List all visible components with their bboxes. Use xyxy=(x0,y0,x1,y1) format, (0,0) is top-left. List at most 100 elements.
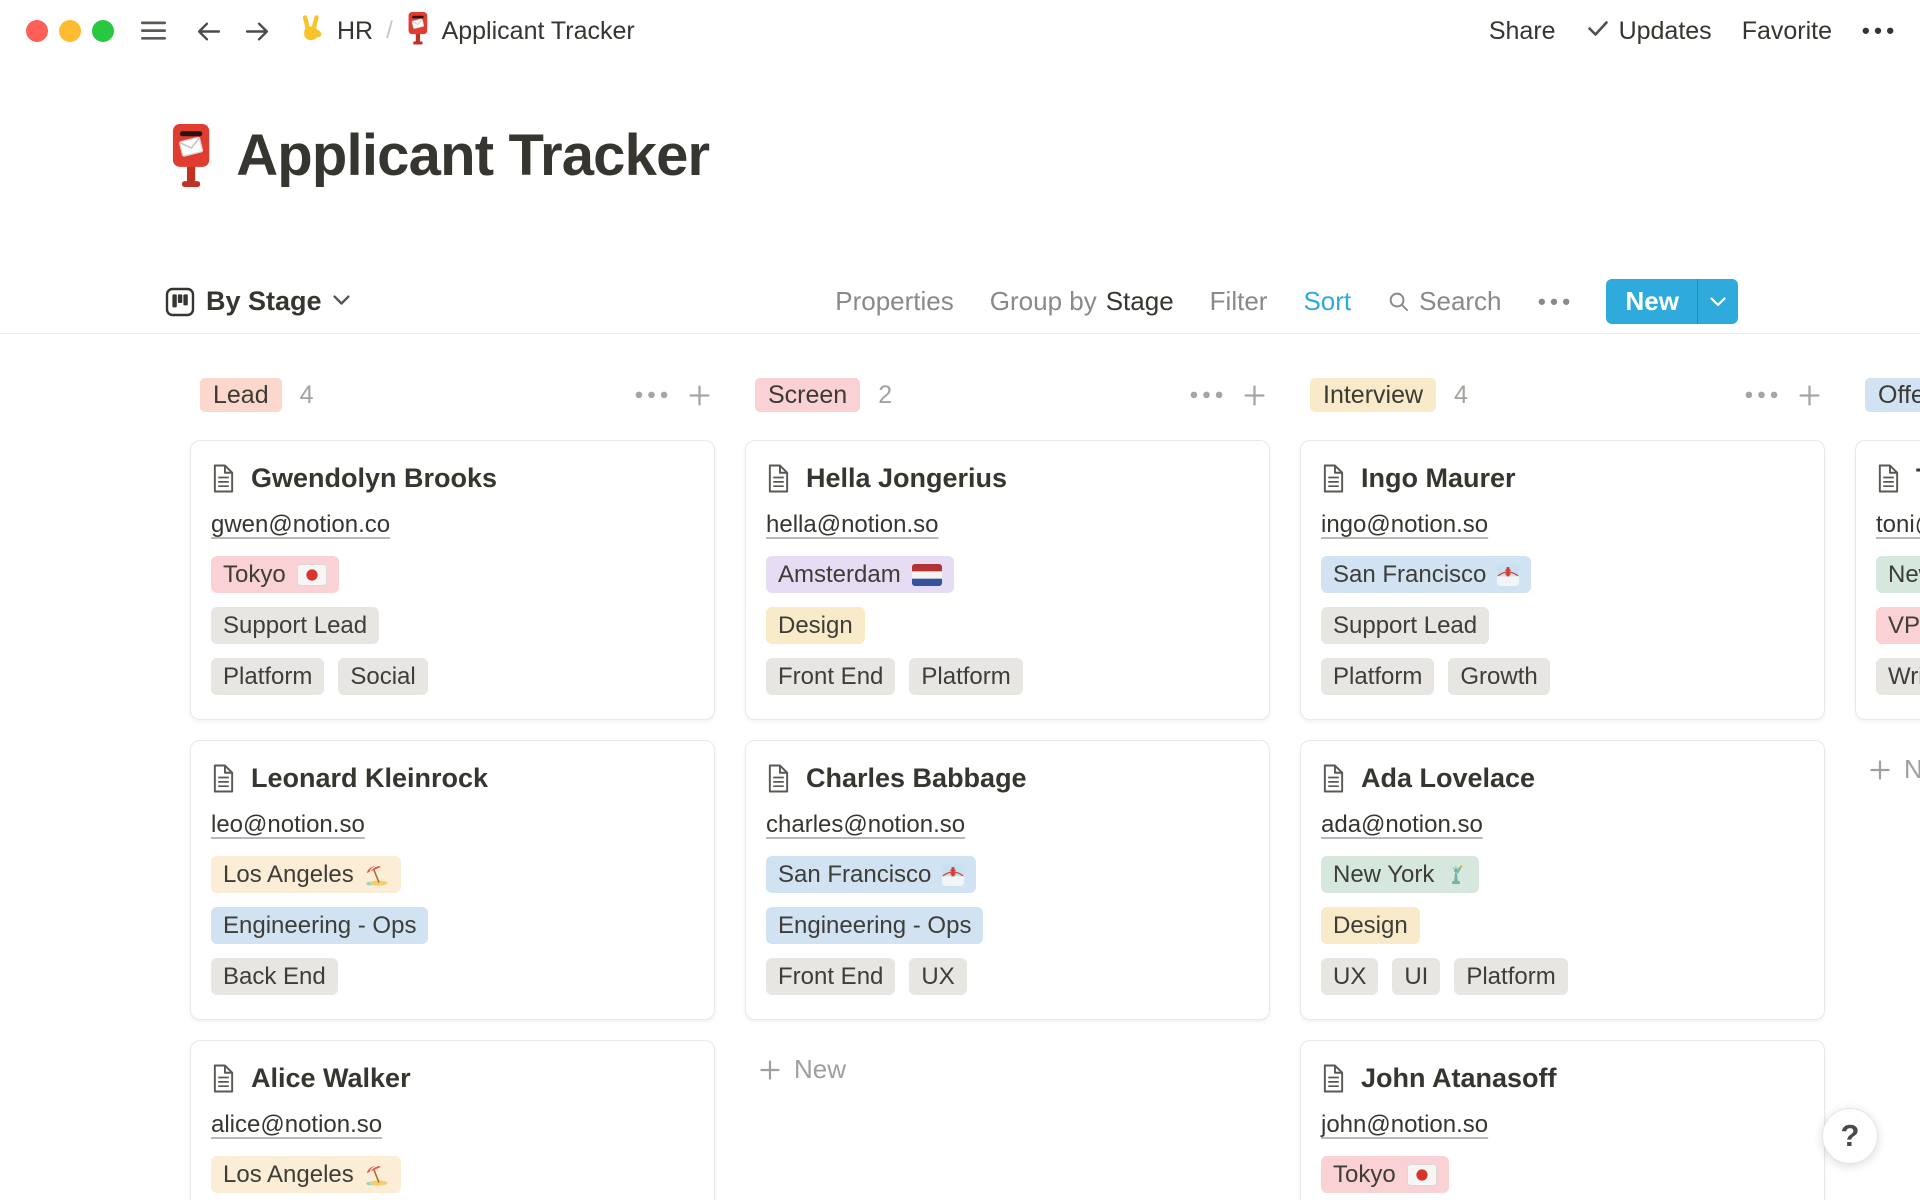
statue-of-liberty-icon xyxy=(1445,864,1467,886)
japan-flag-icon xyxy=(297,564,327,586)
applicant-card[interactable]: Ada Lovelaceada@notion.soNew YorkDesignU… xyxy=(1300,740,1825,1020)
more-options-icon[interactable] xyxy=(1862,27,1894,35)
applicant-name: Ada Lovelace xyxy=(1361,763,1535,794)
page-title[interactable]: Applicant Tracker xyxy=(236,118,709,194)
column-header: Interview 4 xyxy=(1300,378,1825,412)
updates-label: Updates xyxy=(1619,17,1712,46)
victory-hand-icon xyxy=(297,14,325,49)
board-column-lead: Lead4Gwendolyn Brooksgwen@notion.coTokyo… xyxy=(190,378,715,1200)
postbox-icon xyxy=(406,11,430,52)
group-by-button[interactable]: Group by Stage xyxy=(990,286,1174,317)
forward-arrow-icon[interactable] xyxy=(244,18,271,45)
properties-button[interactable]: Properties xyxy=(835,286,954,317)
tag-label: San Francisco xyxy=(1333,561,1486,589)
applicant-email-link[interactable]: gwen@notion.co xyxy=(211,510,390,540)
applicant-email-link[interactable]: toni@ xyxy=(1876,510,1920,540)
breadcrumb-workspace[interactable]: HR xyxy=(297,14,373,49)
card-title-row: Leonard Kleinrock xyxy=(211,763,694,794)
tag-label: Support Lead xyxy=(1333,612,1477,640)
tag-label: Los Angeles xyxy=(223,1161,354,1189)
page-emoji-button[interactable] xyxy=(168,122,214,191)
add-card-label: New xyxy=(794,1054,846,1085)
column-more-icon[interactable] xyxy=(1745,391,1778,399)
add-card-button[interactable]: N xyxy=(1855,754,1920,785)
tag-label: New York xyxy=(1333,861,1434,889)
applicant-card[interactable]: Ingo Maureringo@notion.soSan FranciscoSu… xyxy=(1300,440,1825,720)
page-doc-icon xyxy=(1321,764,1346,793)
applicant-card[interactable]: Ttoni@NewVPWrit xyxy=(1855,440,1920,720)
page-doc-icon xyxy=(1321,464,1346,493)
applicant-card[interactable]: Leonard Kleinrock leo@notion.so Los Angele… xyxy=(190,740,715,1020)
tag: Engineering - Ops xyxy=(766,907,983,944)
tag-row: Support Lead xyxy=(1321,607,1804,644)
share-button[interactable]: Share xyxy=(1489,17,1556,46)
favorite-button[interactable]: Favorite xyxy=(1742,17,1832,46)
page-doc-icon xyxy=(766,764,791,793)
new-dropdown-chevron-icon[interactable] xyxy=(1697,279,1738,324)
tag: Los Angeles xyxy=(211,856,401,893)
applicant-email-link[interactable]: leo@notion.so xyxy=(211,810,365,840)
tag: VP xyxy=(1876,607,1920,644)
applicant-email-link[interactable]: hella@notion.so xyxy=(766,510,938,540)
japan-flag-icon xyxy=(1407,1164,1437,1186)
tag-label: Engineering - Ops xyxy=(223,912,416,940)
tag-label: New xyxy=(1888,561,1920,589)
column-count: 4 xyxy=(1454,381,1468,410)
tag-row: Support Lead xyxy=(211,607,694,644)
group-by-label: Group by xyxy=(990,286,1097,317)
updates-button[interactable]: Updates xyxy=(1586,16,1712,47)
applicant-email-link[interactable]: ada@notion.so xyxy=(1321,810,1483,840)
sort-button[interactable]: Sort xyxy=(1303,286,1351,317)
column-add-icon[interactable] xyxy=(688,384,711,407)
tag: Platform xyxy=(211,658,324,695)
applicant-email-link[interactable]: ingo@notion.so xyxy=(1321,510,1488,540)
column-title-pill[interactable]: Offe xyxy=(1865,378,1920,412)
applicant-card[interactable]: Hella Jongeriushella@notion.soAmsterdamD… xyxy=(745,440,1270,720)
page-doc-icon xyxy=(211,1064,236,1093)
card-title-row: Hella Jongerius xyxy=(766,463,1249,494)
tag: Front End xyxy=(766,658,895,695)
applicant-card[interactable]: Gwendolyn Brooks gwen@notion.co Tokyo Suppo… xyxy=(190,440,715,720)
checkmark-icon xyxy=(1586,16,1610,47)
window-titlebar: HR / Applicant Tracker Share Updates Fav… xyxy=(0,0,1920,62)
column-more-icon[interactable] xyxy=(635,391,668,399)
back-arrow-icon[interactable] xyxy=(195,18,222,45)
tag-row: Writ xyxy=(1876,658,1920,695)
zoom-button[interactable] xyxy=(92,20,114,42)
column-title-pill[interactable]: Screen xyxy=(755,378,860,412)
breadcrumb-page[interactable]: Applicant Tracker xyxy=(406,11,635,52)
traffic-lights xyxy=(26,20,114,42)
tag: Tokyo xyxy=(211,556,339,593)
page-header: Applicant Tracker xyxy=(0,118,1920,194)
new-button-group: New xyxy=(1606,279,1738,324)
column-title-pill[interactable]: Lead xyxy=(200,378,282,412)
minimize-button[interactable] xyxy=(59,20,81,42)
column-add-icon[interactable] xyxy=(1243,384,1266,407)
view-tab-by-stage[interactable]: By Stage xyxy=(165,286,350,317)
search-button[interactable]: Search xyxy=(1387,286,1501,317)
search-label: Search xyxy=(1419,286,1501,317)
applicant-name: Gwendolyn Brooks xyxy=(251,463,497,494)
tag-label: Social xyxy=(350,663,415,691)
column-add-icon[interactable] xyxy=(1798,384,1821,407)
applicant-card[interactable]: John Atanasoffjohn@notion.soTokyo xyxy=(1300,1040,1825,1200)
help-button[interactable]: ? xyxy=(1822,1108,1878,1164)
page-doc-icon xyxy=(1321,1064,1346,1093)
filter-button[interactable]: Filter xyxy=(1210,286,1268,317)
view-more-options-icon[interactable] xyxy=(1538,298,1570,306)
add-card-button[interactable]: New xyxy=(745,1054,846,1085)
applicant-email-link[interactable]: alice@notion.so xyxy=(211,1110,382,1140)
applicant-card[interactable]: Charles Babbagecharles@notion.soSan Fran… xyxy=(745,740,1270,1020)
tag-row: Platform Social xyxy=(211,658,694,695)
close-button[interactable] xyxy=(26,20,48,42)
tag-row: Tokyo xyxy=(211,556,694,593)
column-more-icon[interactable] xyxy=(1190,391,1223,399)
column-title-pill[interactable]: Interview xyxy=(1310,378,1436,412)
new-button[interactable]: New xyxy=(1606,279,1697,324)
page-doc-icon xyxy=(766,464,791,493)
sidebar-menu-icon[interactable] xyxy=(140,20,167,41)
applicant-email-link[interactable]: john@notion.so xyxy=(1321,1110,1488,1140)
chevron-down-icon xyxy=(333,294,350,309)
applicant-card[interactable]: Alice Walkeralice@notion.soLos Angeles xyxy=(190,1040,715,1200)
applicant-email-link[interactable]: charles@notion.so xyxy=(766,810,965,840)
